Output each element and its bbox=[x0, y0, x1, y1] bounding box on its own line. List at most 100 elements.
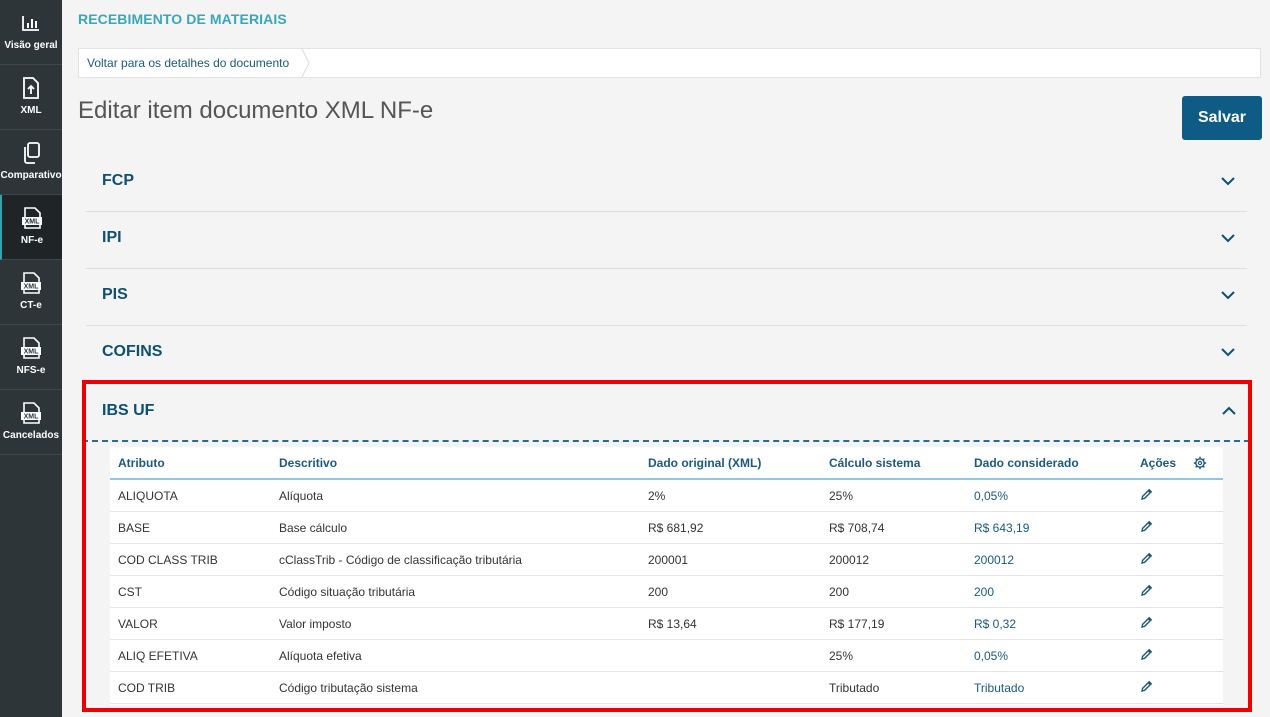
col-header-considerado[interactable]: Dado considerado bbox=[966, 447, 1132, 480]
chevron-down-icon bbox=[1221, 348, 1235, 357]
sidebar-item-nf-e[interactable]: XML NF-e bbox=[0, 195, 62, 260]
section-pis[interactable]: PIS bbox=[86, 269, 1247, 326]
sidebar-item-cancelados[interactable]: XML Cancelados bbox=[0, 390, 62, 455]
cell-calculo: 200012 bbox=[821, 543, 966, 576]
col-header-calculo[interactable]: Cálculo sistema bbox=[821, 447, 966, 480]
cell-original bbox=[640, 671, 821, 704]
cell-original bbox=[640, 639, 821, 672]
cell-acoes bbox=[1132, 607, 1193, 640]
sidebar-item-label: Cancelados bbox=[2, 430, 60, 441]
edit-pencil-icon[interactable] bbox=[1140, 584, 1153, 600]
section-fcp[interactable]: FCP bbox=[86, 155, 1247, 212]
cell-considerado: 0,05% bbox=[966, 639, 1132, 672]
table-row: CST Código situação tributária 200 200 2… bbox=[110, 575, 1223, 608]
xml-file-icon: XML bbox=[20, 337, 42, 359]
cell-atributo: ALIQ EFETIVA bbox=[110, 639, 271, 672]
col-header-atributo[interactable]: Atributo bbox=[110, 447, 271, 480]
table-row: ALIQUOTA Alíquota 2% 25% 0,05% bbox=[110, 479, 1223, 512]
col-header-descritivo[interactable]: Descritivo bbox=[271, 447, 640, 480]
cell-calculo: R$ 177,19 bbox=[821, 607, 966, 640]
save-button[interactable]: Salvar bbox=[1182, 96, 1262, 140]
cell-empty bbox=[1193, 671, 1223, 704]
cell-descritivo: Alíquota bbox=[271, 479, 640, 512]
edit-pencil-icon[interactable] bbox=[1140, 552, 1153, 568]
cell-calculo: 25% bbox=[821, 479, 966, 512]
cell-atributo: BASE bbox=[110, 511, 271, 544]
sidebar-item-label: Comparativo bbox=[0, 170, 62, 181]
cell-descritivo: Base cálculo bbox=[271, 511, 640, 544]
sidebar-item-xml[interactable]: XML bbox=[0, 65, 62, 130]
sidebar-item-label: NF-e bbox=[20, 235, 44, 246]
breadcrumb-separator-icon bbox=[301, 49, 310, 77]
table-row: COD TRIB Código tributação sistema Tribu… bbox=[110, 671, 1223, 704]
cell-descritivo: Alíquota efetiva bbox=[271, 639, 640, 672]
section-label: COFINS bbox=[102, 343, 163, 360]
sidebar-item-label: Visão geral bbox=[4, 40, 58, 51]
cell-acoes bbox=[1132, 575, 1193, 608]
copy-icon bbox=[20, 142, 42, 164]
cell-considerado: Tributado bbox=[966, 671, 1132, 704]
cell-acoes bbox=[1132, 639, 1193, 672]
cell-considerado: R$ 643,19 bbox=[966, 511, 1132, 544]
cell-calculo: R$ 708,74 bbox=[821, 511, 966, 544]
svg-text:XML: XML bbox=[24, 349, 40, 356]
section-ibs-uf[interactable]: IBS UF bbox=[82, 380, 1250, 442]
edit-pencil-icon[interactable] bbox=[1140, 488, 1153, 504]
cell-atributo: VALOR bbox=[110, 607, 271, 640]
chevron-down-icon bbox=[1221, 291, 1235, 300]
edit-pencil-icon[interactable] bbox=[1140, 616, 1153, 632]
module-title: RECEBIMENTO DE MATERIAIS bbox=[78, 11, 287, 27]
sidebar: Visão geral XML Comparativo XML NF-e XML… bbox=[0, 0, 62, 717]
cell-original: 200 bbox=[640, 575, 821, 608]
cell-considerado: R$ 0,32 bbox=[966, 607, 1132, 640]
sidebar-item-comparativo[interactable]: Comparativo bbox=[0, 130, 62, 195]
cell-calculo: 200 bbox=[821, 575, 966, 608]
sidebar-item-label: NFS-e bbox=[16, 365, 46, 376]
col-header-original[interactable]: Dado original (XML) bbox=[640, 447, 821, 480]
cell-descritivo: cClassTrib - Código de classificação tri… bbox=[271, 543, 640, 576]
xml-file-icon: XML bbox=[20, 272, 42, 294]
edit-pencil-icon[interactable] bbox=[1140, 520, 1153, 536]
cell-original: R$ 13,64 bbox=[640, 607, 821, 640]
file-upload-icon bbox=[20, 77, 42, 99]
section-label: IBS UF bbox=[102, 402, 155, 419]
cell-empty bbox=[1193, 511, 1223, 544]
cell-empty bbox=[1193, 575, 1223, 608]
section-label: PIS bbox=[102, 286, 128, 303]
sidebar-item-nfs-e[interactable]: XML NFS-e bbox=[0, 325, 62, 390]
column-settings[interactable] bbox=[1193, 447, 1223, 480]
cell-atributo: COD TRIB bbox=[110, 671, 271, 704]
sidebar-item-visao-geral[interactable]: Visão geral bbox=[0, 0, 62, 65]
table-header-row: Atributo Descritivo Dado original (XML) … bbox=[110, 447, 1223, 480]
cell-atributo: CST bbox=[110, 575, 271, 608]
cell-original: 200001 bbox=[640, 543, 821, 576]
section-cofins[interactable]: COFINS bbox=[86, 326, 1247, 383]
ibs-uf-table: Atributo Descritivo Dado original (XML) … bbox=[110, 447, 1223, 705]
chevron-down-icon bbox=[1221, 234, 1235, 243]
breadcrumb: Voltar para os detalhes do documento bbox=[78, 48, 1261, 78]
cell-empty bbox=[1193, 607, 1223, 640]
cell-descritivo: Valor imposto bbox=[271, 607, 640, 640]
edit-pencil-icon[interactable] bbox=[1140, 680, 1153, 696]
xml-file-icon: XML bbox=[20, 402, 42, 424]
section-ipi[interactable]: IPI bbox=[86, 212, 1247, 269]
cell-acoes bbox=[1132, 511, 1193, 544]
page-title: Editar item documento XML NF-e bbox=[78, 97, 434, 124]
cell-considerado: 200012 bbox=[966, 543, 1132, 576]
edit-pencil-icon[interactable] bbox=[1140, 648, 1153, 664]
gear-icon[interactable] bbox=[1193, 456, 1207, 470]
cell-empty bbox=[1193, 543, 1223, 576]
cell-empty bbox=[1193, 639, 1223, 672]
section-label: IPI bbox=[102, 229, 122, 246]
cell-calculo: Tributado bbox=[821, 671, 966, 704]
breadcrumb-back-link[interactable]: Voltar para os detalhes do documento bbox=[79, 49, 301, 77]
table-row: COD CLASS TRIB cClassTrib - Código de cl… bbox=[110, 543, 1223, 576]
svg-text:XML: XML bbox=[24, 284, 40, 291]
cell-descritivo: Código tributação sistema bbox=[271, 671, 640, 704]
cell-considerado: 0,05% bbox=[966, 479, 1132, 512]
cell-acoes bbox=[1132, 479, 1193, 512]
cell-original: R$ 681,92 bbox=[640, 511, 821, 544]
cell-considerado: 200 bbox=[966, 575, 1132, 608]
table-row: ALIQ EFETIVA Alíquota efetiva 25% 0,05% bbox=[110, 639, 1223, 672]
sidebar-item-ct-e[interactable]: XML CT-e bbox=[0, 260, 62, 325]
